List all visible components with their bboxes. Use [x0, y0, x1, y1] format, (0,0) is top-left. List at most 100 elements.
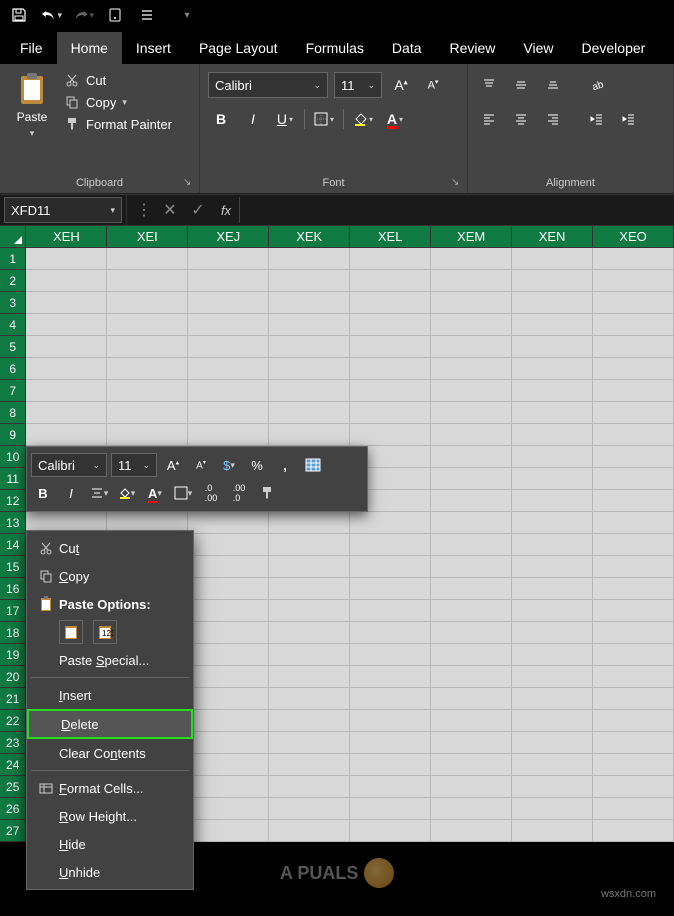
- cell[interactable]: [593, 710, 674, 732]
- cell[interactable]: [431, 468, 512, 490]
- cell[interactable]: [593, 820, 674, 842]
- tab-page-layout[interactable]: Page Layout: [185, 32, 292, 64]
- cell[interactable]: [431, 622, 512, 644]
- ctx-copy[interactable]: Copy: [27, 562, 193, 590]
- ctx-unhide[interactable]: Unhide: [27, 858, 193, 886]
- mini-fill-button[interactable]: ▾: [115, 481, 139, 505]
- decrease-font-button[interactable]: A▾: [420, 72, 446, 98]
- undo-icon[interactable]: ▾: [40, 4, 62, 26]
- cell[interactable]: [431, 600, 512, 622]
- cell[interactable]: [512, 292, 593, 314]
- cell[interactable]: [26, 248, 107, 270]
- cell[interactable]: [350, 358, 431, 380]
- cell[interactable]: [350, 600, 431, 622]
- tab-developer[interactable]: Developer: [568, 32, 660, 64]
- cell[interactable]: [431, 556, 512, 578]
- tab-formulas[interactable]: Formulas: [292, 32, 378, 64]
- col-header[interactable]: XEO: [593, 226, 674, 248]
- cell[interactable]: [269, 578, 350, 600]
- cell[interactable]: [188, 688, 269, 710]
- cell[interactable]: [512, 270, 593, 292]
- row-header[interactable]: 23: [0, 732, 26, 754]
- cell[interactable]: [269, 754, 350, 776]
- tab-insert[interactable]: Insert: [122, 32, 185, 64]
- cell[interactable]: [26, 292, 107, 314]
- cell[interactable]: [188, 710, 269, 732]
- cell[interactable]: [107, 424, 188, 446]
- cell[interactable]: [188, 424, 269, 446]
- decrease-indent-button[interactable]: [584, 106, 610, 132]
- row-header[interactable]: 4: [0, 314, 26, 336]
- cell[interactable]: [269, 534, 350, 556]
- cell[interactable]: [350, 248, 431, 270]
- mini-italic-button[interactable]: I: [59, 481, 83, 505]
- cell[interactable]: [26, 270, 107, 292]
- cell[interactable]: [431, 380, 512, 402]
- cell[interactable]: [512, 600, 593, 622]
- ctx-insert[interactable]: Insert: [27, 681, 193, 709]
- cell[interactable]: [188, 666, 269, 688]
- cell[interactable]: [350, 534, 431, 556]
- cell[interactable]: [188, 358, 269, 380]
- mini-table-button[interactable]: [301, 453, 325, 477]
- align-center-button[interactable]: [508, 106, 534, 132]
- cell[interactable]: [269, 512, 350, 534]
- cell[interactable]: [512, 776, 593, 798]
- cell[interactable]: [269, 600, 350, 622]
- tab-home[interactable]: Home: [57, 32, 122, 64]
- row-header[interactable]: 7: [0, 380, 26, 402]
- align-middle-button[interactable]: [508, 72, 534, 98]
- row-header[interactable]: 3: [0, 292, 26, 314]
- cell[interactable]: [431, 820, 512, 842]
- row-header[interactable]: 11: [0, 468, 26, 490]
- cell[interactable]: [593, 336, 674, 358]
- col-header[interactable]: XEI: [107, 226, 188, 248]
- cell[interactable]: [188, 248, 269, 270]
- increase-indent-button[interactable]: [616, 106, 642, 132]
- cell[interactable]: [593, 248, 674, 270]
- cell[interactable]: [269, 710, 350, 732]
- cell[interactable]: [512, 732, 593, 754]
- cell[interactable]: [512, 710, 593, 732]
- cell[interactable]: [350, 820, 431, 842]
- mini-percent-button[interactable]: %: [245, 453, 269, 477]
- cell[interactable]: [188, 380, 269, 402]
- cell[interactable]: [26, 424, 107, 446]
- cell[interactable]: [350, 754, 431, 776]
- cell[interactable]: [431, 578, 512, 600]
- cell[interactable]: [593, 446, 674, 468]
- cell[interactable]: [188, 270, 269, 292]
- cell[interactable]: [593, 732, 674, 754]
- cell[interactable]: [269, 644, 350, 666]
- row-header[interactable]: 16: [0, 578, 26, 600]
- row-header[interactable]: 12: [0, 490, 26, 512]
- save-icon[interactable]: [8, 4, 30, 26]
- row-header[interactable]: 18: [0, 622, 26, 644]
- cell[interactable]: [593, 578, 674, 600]
- row-header[interactable]: 20: [0, 666, 26, 688]
- paste-keep-formatting-button[interactable]: [59, 620, 83, 644]
- cell[interactable]: [107, 358, 188, 380]
- cell[interactable]: [512, 402, 593, 424]
- cell[interactable]: [512, 798, 593, 820]
- mini-decrease-font-button[interactable]: A▾: [189, 453, 213, 477]
- cell[interactable]: [188, 556, 269, 578]
- cell[interactable]: [512, 358, 593, 380]
- cell[interactable]: [431, 270, 512, 292]
- ctx-cut[interactable]: Cut: [27, 534, 193, 562]
- paste-button[interactable]: Paste ▾: [8, 68, 56, 139]
- cell[interactable]: [593, 688, 674, 710]
- cell[interactable]: [188, 776, 269, 798]
- row-header[interactable]: 6: [0, 358, 26, 380]
- cell[interactable]: [350, 424, 431, 446]
- cell[interactable]: [269, 556, 350, 578]
- cell[interactable]: [512, 820, 593, 842]
- select-all-corner[interactable]: [0, 226, 26, 248]
- cell[interactable]: [188, 820, 269, 842]
- mini-comma-button[interactable]: ,: [273, 453, 297, 477]
- cell[interactable]: [593, 490, 674, 512]
- mini-accounting-button[interactable]: $▾: [217, 453, 241, 477]
- cell[interactable]: [512, 512, 593, 534]
- row-header[interactable]: 22: [0, 710, 26, 732]
- cell[interactable]: [593, 512, 674, 534]
